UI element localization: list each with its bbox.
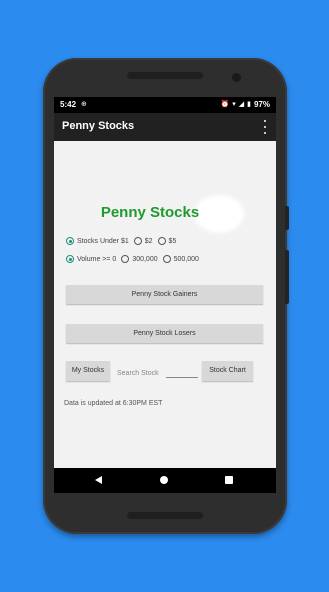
bottom-speaker [127, 512, 203, 519]
radio-volume-500000[interactable] [162, 255, 171, 263]
front-camera [232, 73, 241, 82]
navigation-bar [54, 468, 276, 493]
main-content: Penny Stocks Stocks Under $1 $2 $5 Volum… [54, 141, 276, 468]
search-stock-label: Search Stock [117, 370, 159, 377]
radio-volume-0[interactable] [66, 255, 74, 263]
status-bar: 5:42 ⊕ ⏰ ▾ ◢ ▮ 97% [54, 97, 276, 113]
volume-filter-group: Volume >= 0 300,000 500,000 [66, 255, 204, 263]
recent-apps-icon[interactable] [225, 476, 233, 484]
earpiece-speaker [127, 72, 203, 79]
radio-label-under-1: Stocks Under $1 [77, 237, 129, 245]
battery-percent: 97% [253, 100, 270, 109]
search-stock-input[interactable] [166, 363, 198, 378]
headline: Penny Stocks [100, 204, 200, 221]
radio-label-under-5: $5 [168, 237, 177, 245]
penny-stock-gainers-button[interactable]: Penny Stock Gainers [66, 285, 263, 304]
device-screen: 5:42 ⊕ ⏰ ▾ ◢ ▮ 97% Penny Stocks Penny St… [54, 97, 276, 493]
app-bar: Penny Stocks [54, 113, 276, 141]
radio-label-volume-300000: 300,000 [132, 255, 158, 263]
volume-button [285, 206, 289, 230]
alarm-icon: ⏰ [220, 101, 230, 108]
radio-label-volume-0: Volume >= 0 [77, 255, 117, 263]
radio-under-2[interactable] [133, 237, 142, 245]
stock-chart-button[interactable]: Stock Chart [202, 361, 253, 381]
home-icon[interactable] [160, 476, 168, 484]
notification-icon: ⊕ [81, 101, 87, 108]
radio-under-1[interactable] [66, 237, 74, 245]
wifi-icon: ▾ [232, 101, 236, 108]
my-stocks-button[interactable]: My Stocks [66, 361, 110, 381]
power-button [285, 250, 289, 304]
signal-icon: ◢ [238, 101, 245, 108]
radio-label-volume-500000: 500,000 [173, 255, 199, 263]
update-note: Data is updated at 6:30PM EST [64, 400, 163, 407]
radio-under-5[interactable] [157, 237, 166, 245]
radio-label-under-2: $2 [144, 237, 153, 245]
penny-stock-losers-button[interactable]: Penny Stock Losers [66, 324, 263, 343]
status-time: 5:42 [60, 100, 77, 109]
app-title: Penny Stocks [62, 120, 135, 132]
price-filter-group: Stocks Under $1 $2 $5 [66, 237, 181, 245]
battery-icon: ▮ [247, 101, 251, 108]
overflow-menu-icon[interactable] [262, 120, 268, 134]
back-icon[interactable] [95, 476, 102, 484]
radio-volume-300000[interactable] [121, 255, 130, 263]
